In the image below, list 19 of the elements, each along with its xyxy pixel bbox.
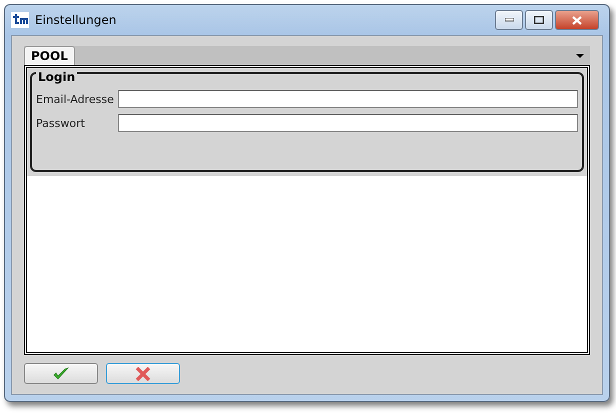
close-button[interactable] [555,10,599,30]
ok-button[interactable] [24,363,98,384]
close-icon [135,366,151,380]
cancel-button[interactable] [106,363,180,384]
maximize-icon [534,16,544,24]
field-label: Email-Adresse [36,92,115,106]
minimize-button[interactable] [495,10,523,30]
checkmark-icon [53,366,69,380]
group-title: Login [36,70,78,84]
input-field[interactable] [118,90,578,108]
field-label: Passwort [36,116,86,130]
maximize-button[interactable] [525,10,553,30]
app-logo-icon [11,12,29,28]
input-field[interactable] [118,114,578,132]
dropdown-arrow-icon[interactable] [576,54,584,59]
tab[interactable]: POOL [24,46,75,65]
close-icon [572,16,582,24]
window-title: Einstellungen [35,13,118,27]
minimize-icon [504,18,514,22]
